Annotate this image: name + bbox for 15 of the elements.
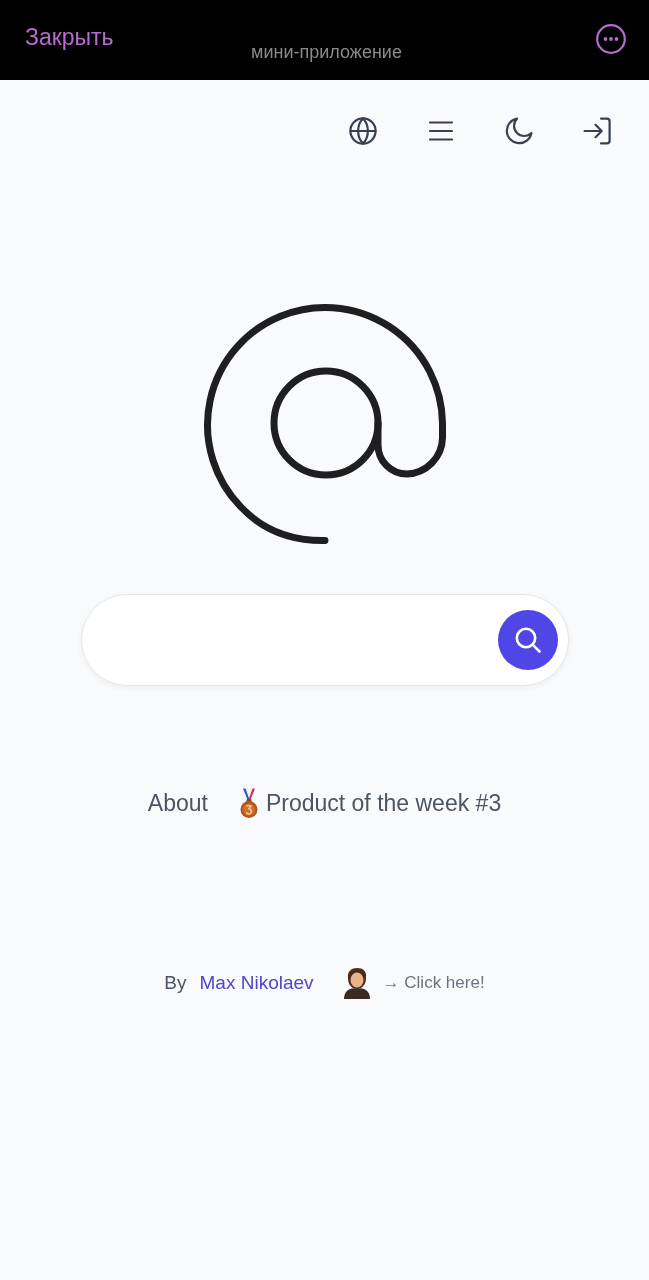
byline-label: By: [164, 971, 187, 995]
search-icon: [514, 627, 541, 653]
globe-icon: [349, 117, 377, 145]
close-button[interactable]: Закрыть: [25, 24, 114, 51]
about-link[interactable]: About: [147, 789, 208, 817]
window-title: мини-приложение: [251, 42, 402, 63]
moon-icon: [505, 117, 533, 145]
more-button[interactable]: [594, 22, 628, 56]
author-link[interactable]: Max Nikolaev: [199, 971, 314, 995]
search-button[interactable]: [497, 610, 558, 670]
login-icon: [583, 117, 611, 145]
avatar-icon: [342, 967, 371, 999]
click-here-link[interactable]: → Click here!: [382, 972, 485, 994]
more-icon: [596, 24, 626, 54]
award-link[interactable]: Product of the week #3: [237, 788, 502, 818]
